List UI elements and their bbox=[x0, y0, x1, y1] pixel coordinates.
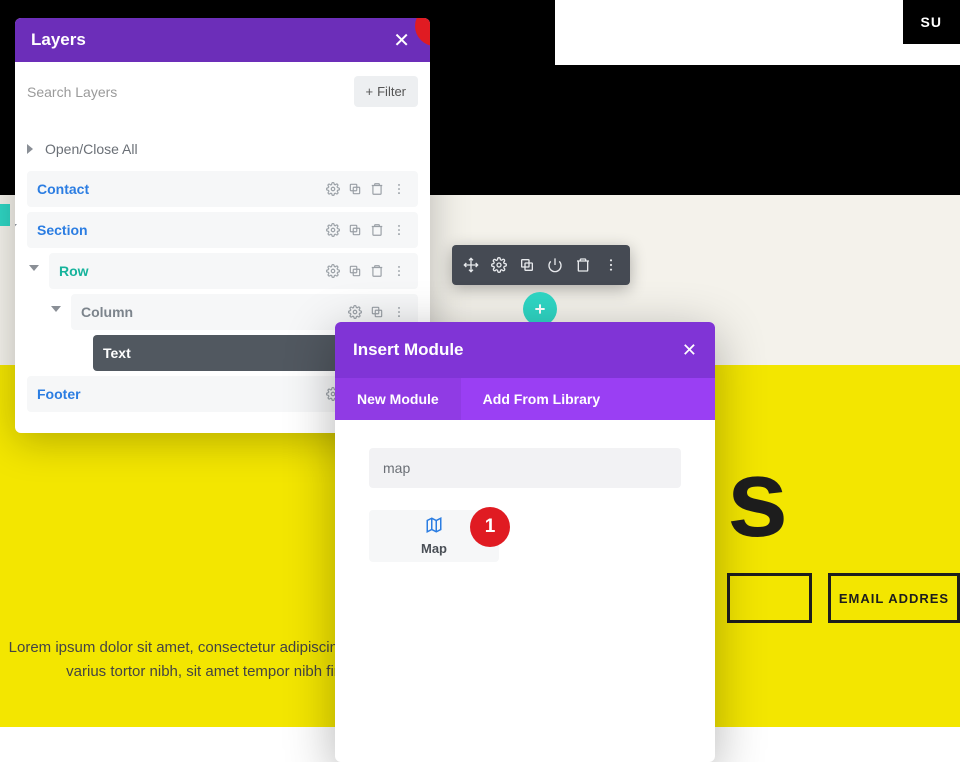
layer-label: Contact bbox=[37, 181, 324, 197]
more-icon[interactable] bbox=[390, 180, 408, 198]
tab-add-from-library[interactable]: Add From Library bbox=[461, 378, 622, 420]
layer-label: Text bbox=[103, 345, 368, 361]
layer-label: Column bbox=[81, 304, 346, 320]
add-module-fab[interactable] bbox=[523, 292, 557, 326]
more-icon[interactable] bbox=[390, 221, 408, 239]
tab-new-module[interactable]: New Module bbox=[335, 378, 461, 420]
trash-icon[interactable] bbox=[368, 180, 386, 198]
headline-text: s bbox=[727, 435, 783, 562]
layer-label: Footer bbox=[37, 386, 324, 402]
filter-label: Filter bbox=[377, 84, 406, 99]
duplicate-icon[interactable] bbox=[346, 221, 364, 239]
modal-close-icon[interactable]: ✕ bbox=[682, 340, 697, 361]
module-name: Map bbox=[421, 541, 447, 556]
module-toolbar bbox=[452, 245, 630, 285]
more-icon[interactable] bbox=[390, 262, 408, 280]
layers-title: Layers bbox=[31, 30, 389, 50]
gear-icon[interactable] bbox=[324, 180, 342, 198]
email-input[interactable]: EMAIL ADDRES bbox=[828, 573, 960, 623]
insert-module-modal: Insert Module ✕ New Module Add From Libr… bbox=[335, 322, 715, 762]
layer-actions bbox=[346, 303, 408, 321]
open-close-label: Open/Close All bbox=[45, 141, 138, 157]
modal-body: Map bbox=[335, 420, 715, 762]
modal-title: Insert Module bbox=[353, 340, 682, 360]
module-search-input[interactable] bbox=[369, 448, 681, 488]
more-icon[interactable] bbox=[390, 303, 408, 321]
chevron-right-icon bbox=[27, 144, 33, 154]
teal-accent bbox=[0, 204, 10, 226]
gear-icon[interactable] bbox=[324, 221, 342, 239]
plus-icon: + bbox=[366, 84, 374, 99]
layer-row-contact[interactable]: Contact bbox=[27, 171, 418, 207]
layer-actions bbox=[324, 221, 408, 239]
layers-close-icon[interactable]: ✕ bbox=[389, 24, 414, 57]
duplicate-icon[interactable] bbox=[346, 180, 364, 198]
subscribe-button[interactable]: SU bbox=[903, 0, 960, 44]
layer-label: Section bbox=[37, 222, 324, 238]
open-close-all[interactable]: Open/Close All bbox=[27, 131, 418, 171]
gear-icon[interactable] bbox=[486, 252, 512, 278]
move-icon[interactable] bbox=[458, 252, 484, 278]
chevron-down-icon bbox=[29, 265, 39, 271]
layer-actions bbox=[324, 262, 408, 280]
modal-tabs: New Module Add From Library bbox=[335, 378, 715, 420]
duplicate-icon[interactable] bbox=[514, 252, 540, 278]
duplicate-icon[interactable] bbox=[346, 262, 364, 280]
layer-actions bbox=[324, 180, 408, 198]
trash-icon[interactable] bbox=[368, 262, 386, 280]
map-icon bbox=[425, 516, 443, 539]
bg-white-card bbox=[555, 0, 960, 65]
chevron-down-icon bbox=[51, 306, 61, 312]
more-icon[interactable] bbox=[598, 252, 624, 278]
layer-row-row[interactable]: Row bbox=[49, 253, 418, 289]
layers-header: Layers ✕ bbox=[15, 18, 430, 62]
chevron-down-icon bbox=[15, 224, 17, 230]
layers-search-row: Search Layers + Filter bbox=[15, 62, 430, 121]
layer-row-section[interactable]: Section bbox=[27, 212, 418, 248]
layers-search-input[interactable]: Search Layers bbox=[27, 84, 344, 100]
layer-label: Row bbox=[59, 263, 324, 279]
layers-filter-button[interactable]: + Filter bbox=[354, 76, 418, 107]
duplicate-icon[interactable] bbox=[368, 303, 386, 321]
power-icon[interactable] bbox=[542, 252, 568, 278]
email-label-box[interactable] bbox=[727, 573, 812, 623]
modal-header: Insert Module ✕ bbox=[335, 322, 715, 378]
trash-icon[interactable] bbox=[570, 252, 596, 278]
gear-icon[interactable] bbox=[346, 303, 364, 321]
gear-icon[interactable] bbox=[324, 262, 342, 280]
trash-icon[interactable] bbox=[368, 221, 386, 239]
annotation-badge-1: 1 bbox=[470, 507, 510, 547]
